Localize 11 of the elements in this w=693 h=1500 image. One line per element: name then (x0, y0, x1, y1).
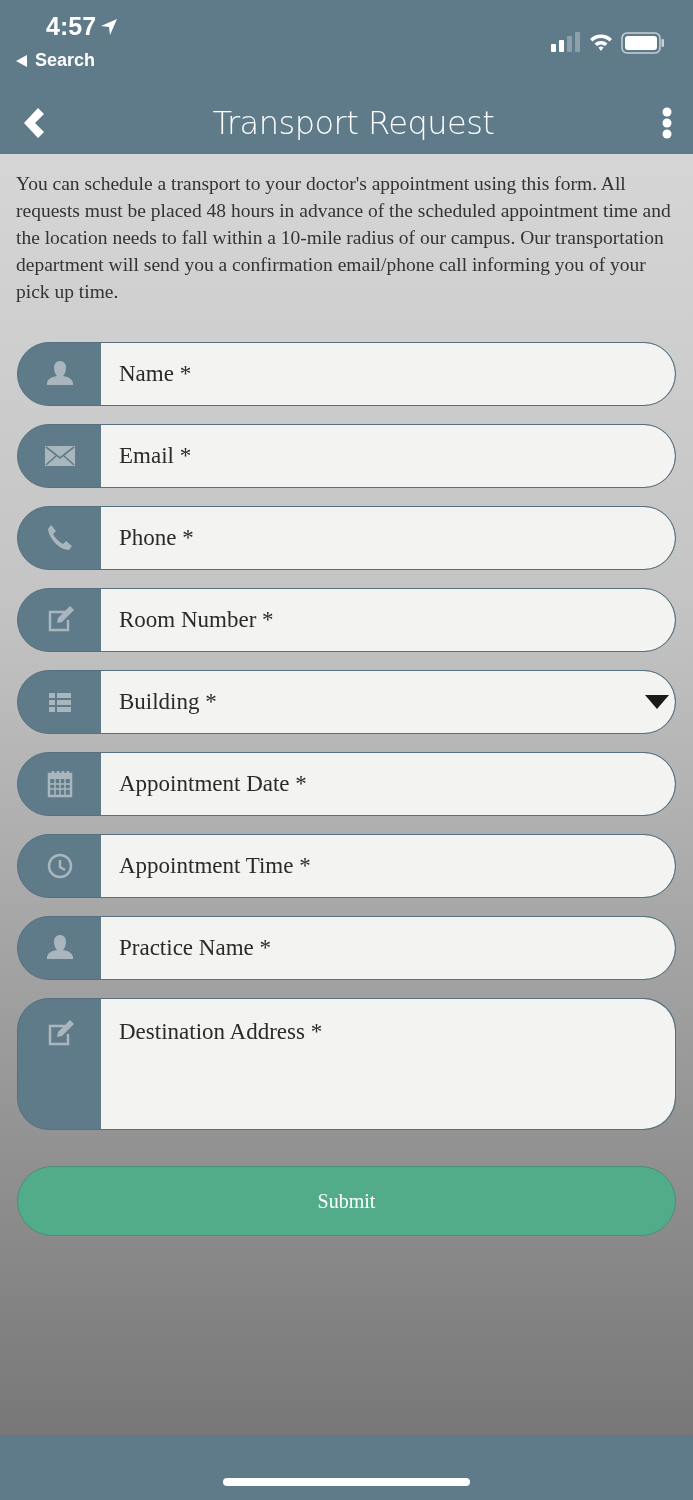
clock-time: 4:57 (46, 14, 97, 39)
wifi-icon (589, 32, 613, 52)
more-options-icon[interactable] (661, 107, 673, 139)
submit-button[interactable]: Submit (17, 1166, 676, 1236)
back-triangle-icon[interactable] (16, 54, 27, 67)
signal-icon (551, 32, 581, 52)
back-to-app-link[interactable]: Search (35, 47, 96, 74)
intro-paragraph: You can schedule a transport to your doctor's appointment using this form. All requests must be placed 48 hours in advance of the scheduled appointment time and the location needs to fall within a 10-mile radius of our campus. Our transportation department will send you a confirmation email/phone call informing you of your pick up time. (16, 172, 672, 304)
page-title: Transport Request (212, 103, 495, 144)
battery-icon (621, 32, 665, 54)
location-arrow-icon (100, 17, 119, 36)
